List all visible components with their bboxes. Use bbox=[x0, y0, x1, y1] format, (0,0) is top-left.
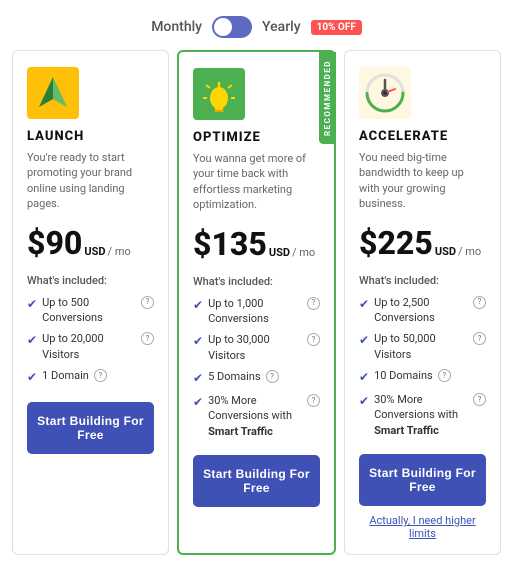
plan-desc-launch: You're ready to start promoting your bra… bbox=[27, 150, 154, 212]
price-period-launch: / mo bbox=[108, 245, 131, 258]
info-icon[interactable]: ? bbox=[307, 394, 320, 407]
plan-name-accelerate: ACCELERATE bbox=[359, 129, 486, 144]
plan-icon-launch bbox=[27, 67, 79, 119]
billing-toggle[interactable] bbox=[212, 16, 252, 38]
price-period-optimize: / mo bbox=[292, 246, 315, 259]
info-icon[interactable]: ? bbox=[141, 332, 154, 345]
cta-button-launch[interactable]: Start Building For Free bbox=[27, 402, 154, 454]
feature-item: ✔ Up to 500 Conversions ? bbox=[27, 295, 154, 326]
check-icon: ✔ bbox=[27, 332, 37, 349]
check-icon: ✔ bbox=[193, 394, 203, 411]
feature-item: ✔ 30% More Conversions with Smart Traffi… bbox=[359, 392, 486, 438]
discount-badge: 10% OFF bbox=[311, 20, 362, 35]
info-icon[interactable]: ? bbox=[473, 393, 486, 406]
info-icon[interactable]: ? bbox=[473, 332, 486, 345]
yearly-label: Yearly bbox=[262, 19, 301, 35]
optimize-icon bbox=[193, 68, 245, 120]
cta-button-optimize[interactable]: Start Building For Free bbox=[193, 455, 320, 507]
check-icon: ✔ bbox=[193, 370, 203, 387]
info-icon[interactable]: ? bbox=[141, 296, 154, 309]
features-list-optimize: ✔ Up to 1,000 Conversions ? ✔ Up to 30,0… bbox=[193, 296, 320, 440]
plans-container: LAUNCH You're ready to start promoting y… bbox=[0, 50, 513, 567]
feature-item: ✔ Up to 20,000 Visitors ? bbox=[27, 331, 154, 362]
plan-card-optimize: RECOMMENDED OPTIMIZE You wanna get more … bbox=[177, 50, 336, 555]
feature-item: ✔ Up to 1,000 Conversions ? bbox=[193, 296, 320, 327]
plan-desc-accelerate: You need big-time bandwidth to keep up w… bbox=[359, 150, 486, 212]
feature-item: ✔ Up to 50,000 Visitors ? bbox=[359, 331, 486, 362]
features-list-accelerate: ✔ Up to 2,500 Conversions ? ✔ Up to 50,0… bbox=[359, 295, 486, 439]
plan-name-optimize: OPTIMIZE bbox=[193, 130, 320, 145]
plan-card-launch: LAUNCH You're ready to start promoting y… bbox=[12, 50, 169, 555]
price-amount-launch: $90 bbox=[27, 224, 82, 262]
price-amount-accelerate: $225 bbox=[359, 224, 433, 262]
check-icon: ✔ bbox=[193, 333, 203, 350]
feature-item: ✔ 10 Domains ? bbox=[359, 368, 486, 386]
plan-icon-accelerate bbox=[359, 67, 411, 119]
price-period-accelerate: / mo bbox=[458, 245, 481, 258]
features-list-launch: ✔ Up to 500 Conversions ? ✔ Up to 20,000… bbox=[27, 295, 154, 386]
monthly-label: Monthly bbox=[151, 19, 202, 35]
feature-item: ✔ 1 Domain ? bbox=[27, 368, 154, 386]
check-icon: ✔ bbox=[359, 296, 369, 313]
check-icon: ✔ bbox=[359, 332, 369, 349]
info-icon[interactable]: ? bbox=[94, 369, 107, 382]
recommended-badge: RECOMMENDED bbox=[319, 52, 336, 144]
feature-item: ✔ Up to 2,500 Conversions ? bbox=[359, 295, 486, 326]
check-icon: ✔ bbox=[193, 297, 203, 314]
price-currency-optimize: USD bbox=[269, 246, 290, 259]
price-amount-optimize: $135 bbox=[193, 225, 267, 263]
whats-included-launch: What's included: bbox=[27, 274, 154, 287]
launch-icon bbox=[27, 67, 79, 119]
cta-button-accelerate[interactable]: Start Building For Free bbox=[359, 454, 486, 506]
check-icon: ✔ bbox=[359, 393, 369, 410]
price-currency-accelerate: USD bbox=[435, 245, 456, 258]
check-icon: ✔ bbox=[359, 369, 369, 386]
feature-item: ✔ Up to 30,000 Visitors ? bbox=[193, 332, 320, 363]
info-icon[interactable]: ? bbox=[307, 333, 320, 346]
accelerate-icon bbox=[359, 67, 411, 119]
plan-desc-optimize: You wanna get more of your time back wit… bbox=[193, 151, 320, 213]
plan-name-launch: LAUNCH bbox=[27, 129, 154, 144]
plan-icon-optimize bbox=[193, 68, 245, 120]
check-icon: ✔ bbox=[27, 296, 37, 313]
plan-price-accelerate: $225 USD / mo bbox=[359, 224, 486, 262]
whats-included-optimize: What's included: bbox=[193, 275, 320, 288]
info-icon[interactable]: ? bbox=[307, 297, 320, 310]
toggle-thumb bbox=[214, 18, 232, 36]
info-icon[interactable]: ? bbox=[438, 369, 451, 382]
plan-price-launch: $90 USD / mo bbox=[27, 224, 154, 262]
billing-toggle-section: Monthly Yearly 10% OFF bbox=[0, 0, 513, 50]
feature-item: ✔ 5 Domains ? bbox=[193, 369, 320, 387]
price-currency-launch: USD bbox=[84, 245, 105, 258]
plan-card-accelerate: ACCELERATE You need big-time bandwidth t… bbox=[344, 50, 501, 555]
higher-limits-link[interactable]: Actually, I need higher limits bbox=[359, 514, 486, 540]
info-icon[interactable]: ? bbox=[266, 370, 279, 383]
plan-price-optimize: $135 USD / mo bbox=[193, 225, 320, 263]
info-icon[interactable]: ? bbox=[473, 296, 486, 309]
whats-included-accelerate: What's included: bbox=[359, 274, 486, 287]
feature-item: ✔ 30% More Conversions with Smart Traffi… bbox=[193, 393, 320, 439]
check-icon: ✔ bbox=[27, 369, 37, 386]
